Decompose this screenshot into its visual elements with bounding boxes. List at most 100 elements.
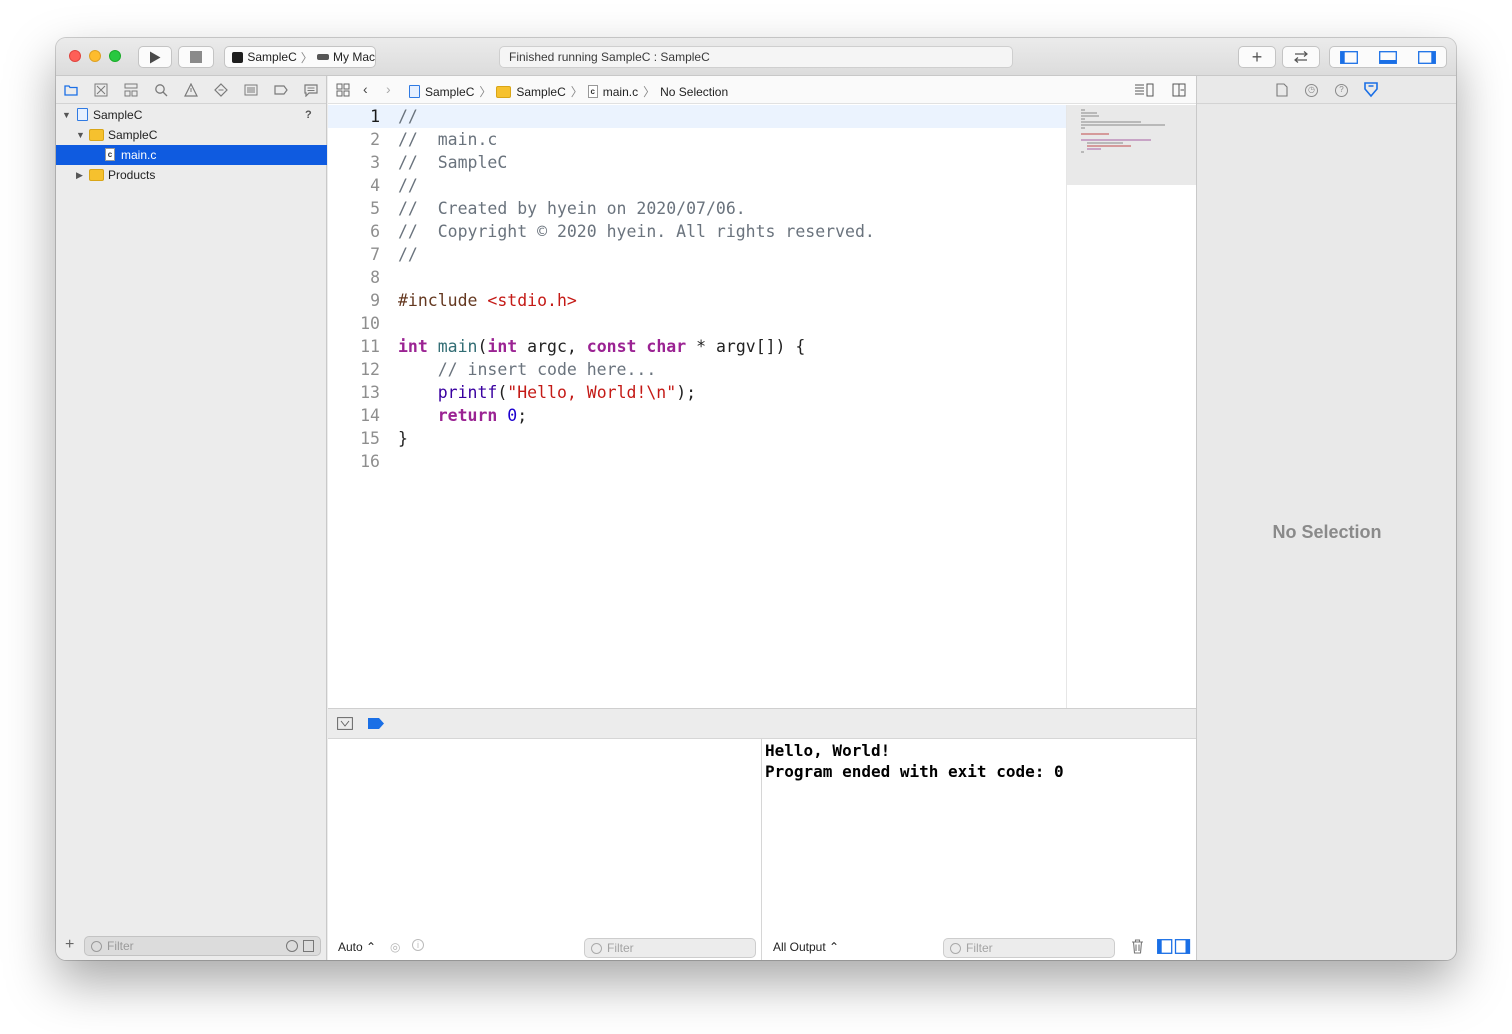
activity-status: Finished running SampleC : SampleC — [499, 46, 1013, 68]
minimap[interactable] — [1066, 105, 1196, 708]
eye-icon[interactable]: ◎ — [390, 940, 400, 954]
zoom-window-button[interactable] — [109, 50, 121, 62]
source-control-navigator-icon[interactable] — [94, 83, 108, 97]
stop-icon — [190, 51, 202, 63]
minimap-line — [1081, 124, 1165, 126]
breadcrumb-project[interactable]: SampleC — [425, 85, 474, 99]
console-text: Hello, World! Program ended with exit co… — [765, 740, 1064, 782]
variables-footer: Auto ⌃ ◎ i Filter — [328, 933, 761, 960]
output-mode-select[interactable]: All Output ⌃ — [773, 940, 839, 954]
report-navigator-icon[interactable] — [304, 83, 318, 97]
disclosure-collapsed-icon[interactable]: ▶ — [76, 170, 83, 181]
c-file-icon: c — [587, 85, 598, 98]
toggle-debug-area-icon[interactable] — [1379, 50, 1397, 64]
quick-help-icon[interactable]: ? — [1335, 84, 1348, 97]
output-mode-value: All Output — [773, 940, 826, 954]
library-button[interactable]: + — [1238, 46, 1276, 68]
stop-button[interactable] — [178, 46, 214, 68]
console-output[interactable]: Hello, World! Program ended with exit co… — [763, 739, 1196, 960]
minimap-line — [1081, 133, 1109, 135]
breakpoint-navigator-icon[interactable] — [274, 83, 288, 97]
code-line: 3 // SampleC — [328, 151, 1066, 174]
hide-debug-area-icon[interactable] — [337, 717, 353, 730]
console-line: Hello, World! — [765, 741, 891, 760]
tree-row-folder[interactable]: ▼ SampleC — [56, 125, 327, 145]
code-text: // SampleC — [398, 153, 508, 172]
tree-row-products[interactable]: ▶ Products — [56, 165, 327, 185]
breadcrumb-symbol[interactable]: No Selection — [660, 85, 728, 99]
code-line: 10 — [328, 312, 1066, 335]
tree-label: SampleC — [108, 128, 158, 142]
variables-filter-field[interactable]: Filter — [584, 938, 756, 958]
breakpoints-toggle-icon[interactable] — [368, 718, 384, 729]
split-view-toggle-icon[interactable] — [1157, 939, 1191, 954]
issue-navigator-icon[interactable] — [184, 83, 198, 97]
toggle-navigator-icon[interactable] — [1340, 50, 1359, 64]
folder-navigator-icon[interactable] — [64, 83, 78, 97]
variables-view[interactable]: Auto ⌃ ◎ i Filter — [328, 739, 762, 960]
minimap-line — [1081, 118, 1085, 120]
code-line: 2 // main.c — [328, 128, 1066, 151]
info-icon[interactable]: i — [412, 939, 424, 951]
back-arrow-icon[interactable]: ‹ — [363, 81, 368, 97]
close-window-button[interactable] — [69, 50, 81, 62]
line-number: 5 — [370, 199, 380, 218]
xcode-window: SampleC 〉 My Mac Finished running Sample… — [56, 38, 1456, 960]
chevron-right-icon: 〉 — [479, 85, 492, 99]
disclosure-expanded-icon[interactable]: ▼ — [76, 130, 85, 140]
toggle-inspector-icon[interactable] — [1417, 50, 1436, 64]
minimap-line — [1081, 121, 1141, 123]
status-text: Finished running SampleC : SampleC — [509, 50, 710, 64]
find-navigator-icon[interactable] — [154, 83, 168, 97]
breadcrumb-file[interactable]: main.c — [603, 85, 638, 99]
line-number: 12 — [360, 360, 380, 379]
test-navigator-icon[interactable] — [214, 83, 228, 97]
related-items-icon[interactable] — [336, 83, 350, 97]
navigator-filter-field[interactable]: Filter — [84, 936, 321, 956]
trash-icon[interactable] — [1131, 939, 1144, 954]
add-editor-icon[interactable] — [1172, 83, 1186, 97]
minimap-line — [1081, 139, 1151, 141]
code-area[interactable]: 1 // 2 // main.c 3 // SampleC 4 // 5 // … — [328, 105, 1066, 708]
debug-navigator-icon[interactable] — [244, 83, 258, 97]
minimap-line — [1081, 151, 1084, 153]
add-file-button[interactable]: + — [65, 936, 74, 954]
line-number: 3 — [370, 153, 380, 172]
code-line: 7 // — [328, 243, 1066, 266]
attributes-inspector-icon[interactable] — [1364, 82, 1378, 98]
symbol-navigator-icon[interactable] — [124, 83, 138, 97]
code-line: 11 int main(int argc, const char * argv[… — [328, 335, 1066, 358]
scheme-selector[interactable]: SampleC 〉 My Mac — [224, 46, 376, 68]
code-text: #include <stdio.h> — [398, 291, 577, 310]
navigator-selector-bar — [56, 76, 326, 104]
line-number: 16 — [360, 452, 380, 471]
code-review-button[interactable] — [1282, 46, 1320, 68]
line-number: 15 — [360, 429, 380, 448]
code-line: 6 // Copyright © 2020 hyein. All rights … — [328, 220, 1066, 243]
code-text: printf("Hello, World!\n"); — [437, 383, 697, 402]
disclosure-expanded-icon[interactable]: ▼ — [62, 110, 71, 120]
variables-scope-select[interactable]: Auto ⌃ — [338, 940, 376, 954]
modified-files-icon[interactable] — [303, 940, 314, 952]
minimap-line — [1087, 142, 1123, 144]
project-file-icon — [77, 108, 88, 121]
editor-options-icon[interactable] — [1134, 83, 1154, 97]
destination-name: My Mac — [333, 50, 375, 64]
inspector-selector-bar: ◷ ? — [1197, 76, 1456, 104]
tree-row-file[interactable]: c main.c — [56, 145, 327, 165]
history-inspector-icon[interactable]: ◷ — [1305, 84, 1318, 97]
minimap-line — [1081, 115, 1099, 117]
terminal-icon — [232, 51, 244, 63]
forward-arrow-icon[interactable]: › — [386, 81, 391, 97]
minimize-window-button[interactable] — [89, 50, 101, 62]
minimap-line — [1081, 109, 1085, 111]
console-filter-field[interactable]: Filter — [943, 938, 1115, 958]
recent-files-icon[interactable] — [286, 940, 298, 952]
tree-row-project[interactable]: ▼ SampleC ? — [56, 105, 327, 125]
file-inspector-icon[interactable] — [1276, 83, 1288, 97]
code-line: 4 // — [328, 174, 1066, 197]
breadcrumb-group[interactable]: SampleC — [516, 85, 565, 99]
tree-label: main.c — [121, 148, 157, 162]
minimap-line — [1081, 127, 1085, 129]
run-button[interactable] — [138, 46, 172, 68]
